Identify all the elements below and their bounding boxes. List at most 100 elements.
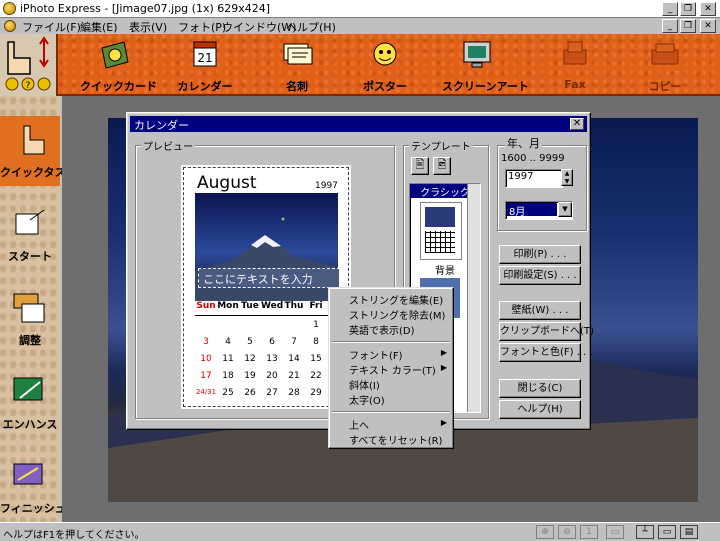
ctx-separator [332,411,450,413]
zoom-out-icon[interactable]: ⊖ [558,525,576,539]
task-start[interactable]: スタート [0,200,60,270]
calendar-day: 18 [222,371,234,381]
doc-restore-button[interactable]: ❐ [680,19,696,33]
calendar-month: August [197,173,257,193]
calendar-text-box[interactable]: ここにテキストを入力 [198,268,340,288]
ruler-icon[interactable]: ┴ [636,525,654,539]
task-quick-task[interactable]: クイックタスク [0,116,77,186]
calendar-day: 21 [288,371,300,381]
month-dropdown-arrow-icon[interactable]: ▼ [558,202,572,217]
toolbar-quick-card[interactable]: クイックカード [80,38,157,94]
toolbar-poster[interactable]: ポスター [350,38,420,94]
year-input[interactable]: 1997 [505,169,563,188]
restore-button[interactable]: ❐ [680,2,696,16]
submenu-arrow-icon: ▶ [440,418,447,427]
ctx-show-english[interactable]: 英語で表示(D) [349,322,415,337]
calendar-day: 1 [313,320,319,330]
menu-photo[interactable]: フォト(P) [178,19,226,35]
document-icon[interactable] [4,20,16,32]
calendar-day: 28 [288,388,300,398]
calendar-day: 7 [291,337,297,347]
menu-help[interactable]: ヘルプ(H) [286,19,336,35]
close-dialog-button[interactable]: 閉じる(C) [499,379,581,398]
calendar-grid: SunMonTueWedThuFriSa12345678910111213141… [195,301,349,401]
toolbar-fax[interactable]: Fax [540,38,610,94]
calendar-day: 12 [244,354,256,364]
fit-window-icon[interactable]: ▭ [606,525,624,539]
business-card-icon [283,43,313,65]
weekday-header: Sun [196,301,216,311]
hand-tool-panel[interactable]: ? [0,34,58,96]
task-panel: クイックタスク スタート 調整 エンハンス フィニッシュ [0,96,77,522]
task-adjust[interactable]: 調整 [0,284,60,354]
template-portrait-button[interactable]: 🖹 [411,157,429,175]
actual-size-icon[interactable]: 1 [580,525,598,539]
ctx-remove-string[interactable]: ストリングを除去(M) [349,307,445,322]
toolbar-business-card[interactable]: 名刺 [262,38,332,94]
toolbar-calendar[interactable]: 21 カレンダー [170,38,240,94]
ctx-font[interactable]: フォント(F) [349,347,403,362]
task-finish[interactable]: フィニッシュ [0,452,66,522]
ctx-edit-string[interactable]: ストリングを編集(E) [349,292,443,307]
ctx-text-color[interactable]: テキスト カラー(T) [349,362,436,377]
doc-minimize-button[interactable]: _ [662,19,678,33]
calendar-text-placeholder: ここにテキストを入力 [203,273,313,286]
weekday-header: Wed [261,301,284,311]
app-icon [3,2,16,15]
window-title: iPhoto Express - [Jimage07.jpg (1x) 629x… [20,2,271,15]
status-bar: ヘルプはF1を押してください。 ⊕ ⊖ 1 ▭ ┴ ▭ ▤ [0,522,720,541]
menu-view[interactable]: 表示(V) [129,19,167,35]
weekday-header: Fri [309,301,323,311]
ctx-bold[interactable]: 太字(O) [349,392,385,407]
print-setup-button[interactable]: 印刷設定(S) . . . [499,266,581,285]
title-bar: iPhoto Express - [Jimage07.jpg (1x) 629x… [0,0,720,18]
toolbar-screen-art[interactable]: スクリーンアート [442,38,529,94]
toolbar-copy[interactable]: コピー [630,38,700,94]
template-scrollbar[interactable] [467,184,480,412]
hand-pointer-icon: ? [5,36,51,91]
month-value: 8月 [507,203,557,218]
status-text: ヘルプはF1を押してください。 [3,530,145,541]
calendar-day: 22 [310,371,322,381]
template-landscape-button[interactable]: 🖻 [433,157,451,175]
calendar-day: 11 [222,354,234,364]
menu-file[interactable]: ファイル(F) [22,19,81,35]
close-button[interactable]: ✕ [700,2,716,16]
calendar-day: 14 [288,354,300,364]
calendar-page[interactable]: August 1997 ここにテキストを入力 Sun Mon Tue Wed Thu Fr… [181,165,351,409]
minimize-button[interactable]: _ [662,2,678,16]
calendar-day: 8 [313,337,319,347]
calendar-day: 13 [266,354,278,364]
ctx-italic[interactable]: 斜体(I) [349,377,380,392]
font-color-button[interactable]: フォントと色(F) . . . [499,343,593,362]
poster-icon [373,42,397,66]
dialog-title-bar: カレンダー ✕ [130,116,587,132]
task-enhance[interactable]: エンハンス [0,368,60,438]
clipboard-button[interactable]: クリップボードへ(T) [499,322,594,341]
calendar-day: 29 [310,388,322,398]
ctx-reset-all[interactable]: すべてをリセット(R) [349,432,442,447]
month-select[interactable]: 8月 ▼ [505,201,573,220]
calendar-day: 27 [266,388,278,398]
year-value: 1997 [508,171,534,182]
calendar-day: 25 [222,388,234,398]
wallpaper-button[interactable]: 壁紙(W) . . . [499,301,581,320]
print-button[interactable]: 印刷(P) . . . [499,245,581,264]
preview-label: プレビュー [141,138,195,153]
copy-icon [651,43,679,65]
weekday-header: Thu [284,301,304,311]
menu-edit[interactable]: 編集(E) [80,19,118,35]
start-icon [15,209,45,235]
ctx-bring-up[interactable]: 上へ [349,417,369,432]
help-button[interactable]: ヘルプ(H) [499,400,581,419]
menu-bar: ファイル(F) 編集(E) 表示(V) フォト(P) ウインドウ(W) ヘルプ(… [0,18,720,34]
adjust-icon [13,293,45,323]
thumbnail-icon[interactable]: ▤ [680,525,698,539]
year-spinner[interactable]: ▲ ▼ [561,169,573,186]
zoom-in-icon[interactable]: ⊕ [536,525,554,539]
screen-art-icon [463,41,491,68]
doc-close-button[interactable]: ✕ [700,19,716,33]
full-screen-icon[interactable]: ▭ [658,525,676,539]
calendar-day: 10 [200,354,212,364]
dialog-close-button[interactable]: ✕ [570,118,584,130]
